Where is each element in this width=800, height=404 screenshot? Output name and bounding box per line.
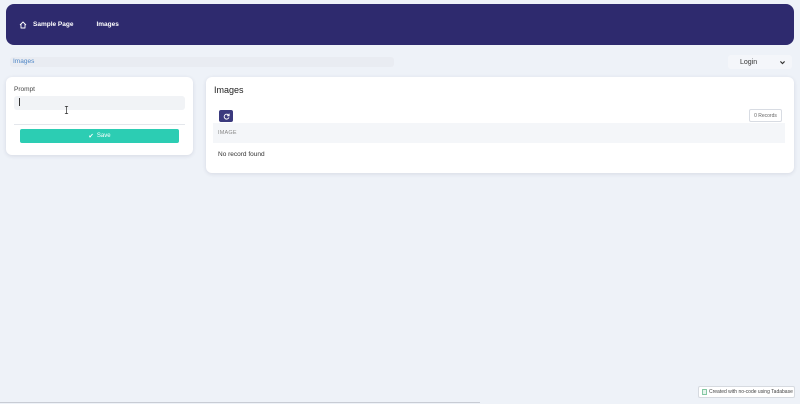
check-icon: ✔ [88,133,94,140]
refresh-button[interactable] [219,110,233,122]
top-navbar: Sample Page Images [6,4,794,45]
footer-label: Created with no-code using Tadabase [709,389,793,395]
chevron-down-icon [780,60,785,64]
nav-home-label: Sample Page [33,21,74,28]
prompt-input[interactable] [14,96,185,110]
nav-images-link[interactable]: Images [96,21,118,28]
breadcrumb[interactable]: Images [13,58,34,65]
prompt-label: Prompt [14,86,35,93]
tadabase-logo-icon [702,389,707,395]
text-cursor-icon [64,106,69,114]
save-button[interactable]: ✔ Save [20,129,179,143]
text-caret [19,98,20,106]
images-card: Images 0 Records IMAGE No record found [206,77,794,173]
records-count-badge: 0 Records [749,109,782,122]
bottom-divider [0,402,480,403]
login-label: Login [740,58,758,66]
nav-home-link[interactable]: Sample Page [19,21,73,29]
table-header: IMAGE [213,123,785,143]
images-title: Images [214,85,244,95]
tadabase-credit-link[interactable]: Created with no-code using Tadabase [698,386,795,398]
empty-message: No record found [218,151,265,158]
login-dropdown[interactable]: Login [728,55,792,69]
breadcrumb-bar [10,57,394,67]
home-icon [19,21,27,28]
save-label: Save [96,133,111,139]
column-header-image: IMAGE [218,130,237,136]
refresh-icon [223,113,230,119]
form-divider [14,124,185,125]
prompt-form-card: Prompt ✔ Save [6,77,193,155]
nav-images-label: Images [96,21,119,28]
